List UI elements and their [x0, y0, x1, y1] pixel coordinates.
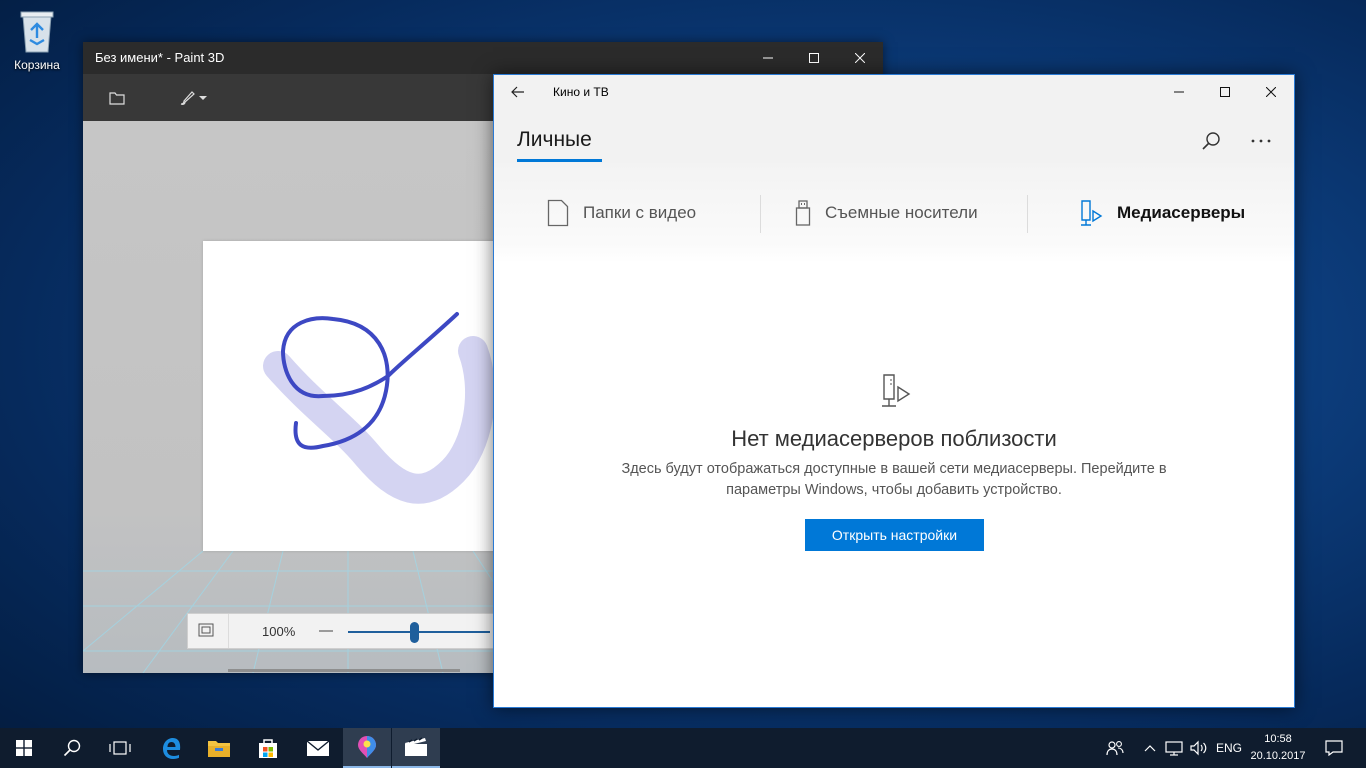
- minimize-icon: [1174, 91, 1184, 92]
- paint3d-icon: [358, 736, 376, 758]
- maximize-icon: [1220, 86, 1230, 97]
- video-folder-icon: [547, 199, 569, 227]
- search-icon: [63, 739, 81, 757]
- volume-icon: [1190, 740, 1207, 756]
- recycle-bin-desktop-icon[interactable]: Корзина: [8, 8, 66, 72]
- close-icon: [1266, 86, 1276, 97]
- clock-time: 10:58: [1264, 733, 1292, 745]
- category-removable-storage[interactable]: Съемные носители: [795, 188, 978, 238]
- paint3d-maximize-button[interactable]: [791, 42, 837, 74]
- paint3d-canvas[interactable]: [203, 241, 503, 551]
- minus-icon: [319, 630, 333, 632]
- films-titlebar[interactable]: Кино и ТВ: [494, 75, 1294, 108]
- category-removable-storage-label: Съемные носители: [825, 203, 978, 222]
- people-icon: [1106, 741, 1124, 756]
- task-view-button[interactable]: [96, 728, 144, 768]
- media-server-empty-icon: [882, 374, 911, 407]
- taskbar-clock[interactable]: 10:58 20.10.2017: [1246, 731, 1310, 765]
- people-button[interactable]: [1103, 728, 1127, 768]
- paint3d-window-title: Без имени* - Paint 3D: [95, 50, 225, 65]
- mail-icon: [306, 740, 330, 756]
- tab-personal[interactable]: Личные: [517, 128, 592, 152]
- category-media-servers-label: Медиасерверы: [1117, 203, 1246, 222]
- notifications-icon: [1325, 740, 1343, 756]
- start-button[interactable]: [0, 728, 48, 768]
- language-indicator[interactable]: ENG: [1212, 728, 1246, 768]
- category-separator: [760, 195, 761, 233]
- start-icon: [16, 740, 32, 756]
- store-icon: [259, 739, 277, 758]
- clock-date: 20.10.2017: [1250, 750, 1306, 762]
- search-button[interactable]: [1196, 126, 1226, 156]
- category-separator: [1027, 195, 1028, 233]
- open-settings-button[interactable]: Открыть настройки: [805, 519, 984, 551]
- drawing-strokes: [263, 312, 496, 504]
- paint3d-close-button[interactable]: [837, 42, 883, 74]
- more-dots-icon: [1251, 139, 1271, 143]
- taskbar-mail[interactable]: [294, 728, 342, 768]
- zoom-out-button[interactable]: [316, 622, 336, 640]
- films-category-bar: Папки с видео Съемные носители Медиасерв…: [494, 163, 1294, 263]
- back-arrow-icon: [511, 86, 524, 98]
- paint3d-zoom-bar: 100%: [187, 613, 507, 649]
- category-media-servers[interactable]: Медиасерверы: [1079, 188, 1245, 238]
- show-hidden-icons-button[interactable]: [1140, 728, 1160, 768]
- paint3d-horizontal-scrollbar[interactable]: [228, 669, 460, 672]
- empty-state-title: Нет медиасерверов поблизости: [731, 426, 1057, 451]
- taskbar: ENG 10:58 20.10.2017: [0, 728, 1366, 768]
- tab-personal-underline: [517, 159, 602, 162]
- empty-state-description: Здесь будут отображаться доступные в ваш…: [621, 461, 1167, 498]
- taskbar-edge[interactable]: [147, 728, 195, 768]
- category-video-folders[interactable]: Папки с видео: [547, 188, 696, 238]
- films-close-button[interactable]: [1248, 75, 1294, 108]
- paint3d-menu-button[interactable]: [103, 86, 131, 110]
- edge-icon: [163, 738, 181, 759]
- paint3d-minimize-button[interactable]: [745, 42, 791, 74]
- zoom-level: 100%: [262, 624, 296, 639]
- films-minimize-button[interactable]: [1156, 75, 1202, 108]
- taskbar-store[interactable]: [244, 728, 292, 768]
- network-button[interactable]: [1163, 728, 1185, 768]
- search-icon: [1202, 132, 1220, 150]
- paint3d-titlebar[interactable]: Без имени* - Paint 3D: [83, 42, 883, 74]
- usb-drive-icon: [795, 200, 811, 226]
- chevron-down-icon: [198, 96, 207, 100]
- films-header: Личные: [494, 108, 1294, 163]
- minimize-icon: [763, 57, 773, 59]
- taskbar-file-explorer[interactable]: [195, 728, 243, 768]
- paint3d-brushes-button[interactable]: [173, 86, 211, 110]
- media-server-icon: [1081, 200, 1103, 226]
- taskbar-paint3d[interactable]: [343, 728, 391, 768]
- chevron-up-icon: [1144, 745, 1156, 752]
- volume-button[interactable]: [1187, 728, 1211, 768]
- folder-icon: [109, 92, 125, 105]
- close-icon: [855, 53, 865, 63]
- file-explorer-icon: [208, 741, 230, 757]
- films-tv-icon: [405, 737, 427, 756]
- recycle-bin-icon: [20, 11, 54, 53]
- network-icon: [1165, 741, 1183, 756]
- fit-screen-button[interactable]: [198, 623, 214, 640]
- maximize-icon: [809, 53, 819, 63]
- action-center-button[interactable]: [1320, 728, 1348, 768]
- films-tv-window[interactable]: Кино и ТВ Личные Папки с видео Съемные н…: [493, 74, 1295, 708]
- brush-icon: [180, 91, 195, 105]
- films-maximize-button[interactable]: [1202, 75, 1248, 108]
- taskbar-films-tv[interactable]: [392, 728, 440, 768]
- fit-screen-icon: [198, 623, 214, 637]
- taskbar-search-button[interactable]: [48, 728, 96, 768]
- zoom-divider: [228, 614, 229, 648]
- films-window-title: Кино и ТВ: [553, 85, 609, 99]
- zoom-slider-thumb[interactable]: [410, 622, 420, 643]
- task-view-icon: [109, 741, 131, 755]
- empty-state: Нет медиасерверов поблизости Здесь будут…: [494, 263, 1294, 703]
- recycle-bin-label: Корзина: [14, 58, 60, 72]
- category-video-folders-label: Папки с видео: [583, 203, 697, 222]
- more-options-button[interactable]: [1246, 126, 1276, 156]
- back-button[interactable]: [504, 81, 532, 103]
